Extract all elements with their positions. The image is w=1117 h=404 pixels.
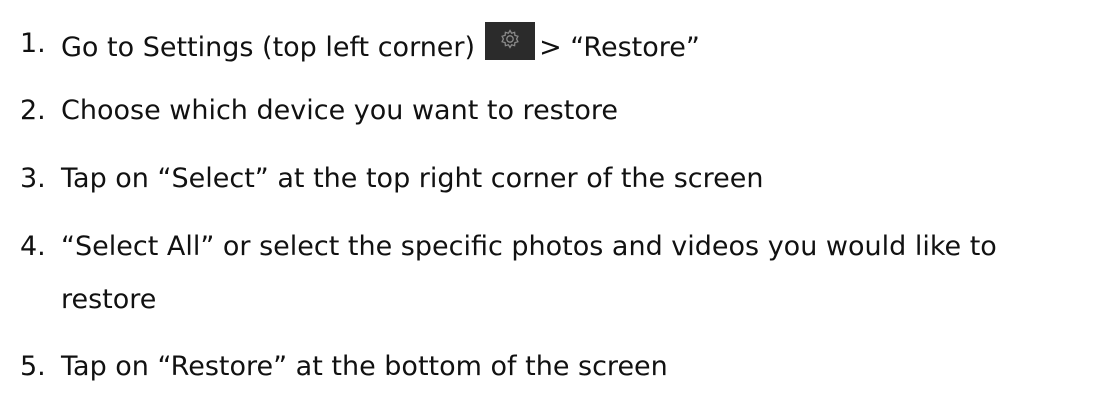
step-text: Go to Settings (top left corner) > “Resto… [61,22,700,70]
step-4: 4. “Select All” or select the specific p… [0,225,1117,269]
step-3: 3. Tap on “Select” at the top right corn… [0,157,1117,201]
step-number: 1. [20,28,46,59]
step-text: Tap on “Restore” at the bottom of the sc… [61,351,668,382]
step-text-after-icon: > “Restore” [539,32,700,63]
gear-icon [485,22,536,60]
step-4-continuation: restore [0,278,1117,322]
step-text-continuation: restore [61,284,157,315]
step-number: 4. [20,231,46,262]
step-5: 5. Tap on “Restore” at the bottom of the… [0,345,1117,389]
step-text: Choose which device you want to restore [61,95,618,126]
step-number: 3. [20,163,46,194]
step-number: 2. [20,95,46,126]
step-2: 2. Choose which device you want to resto… [0,89,1117,133]
step-text-before-icon: Go to Settings (top left corner) [61,32,476,63]
step-text: Tap on “Select” at the top right corner … [61,163,764,194]
step-text: “Select All” or select the specific phot… [61,231,997,262]
step-1: 1. Go to Settings (top left corner) > “Re… [0,22,1117,66]
step-number: 5. [20,351,46,382]
